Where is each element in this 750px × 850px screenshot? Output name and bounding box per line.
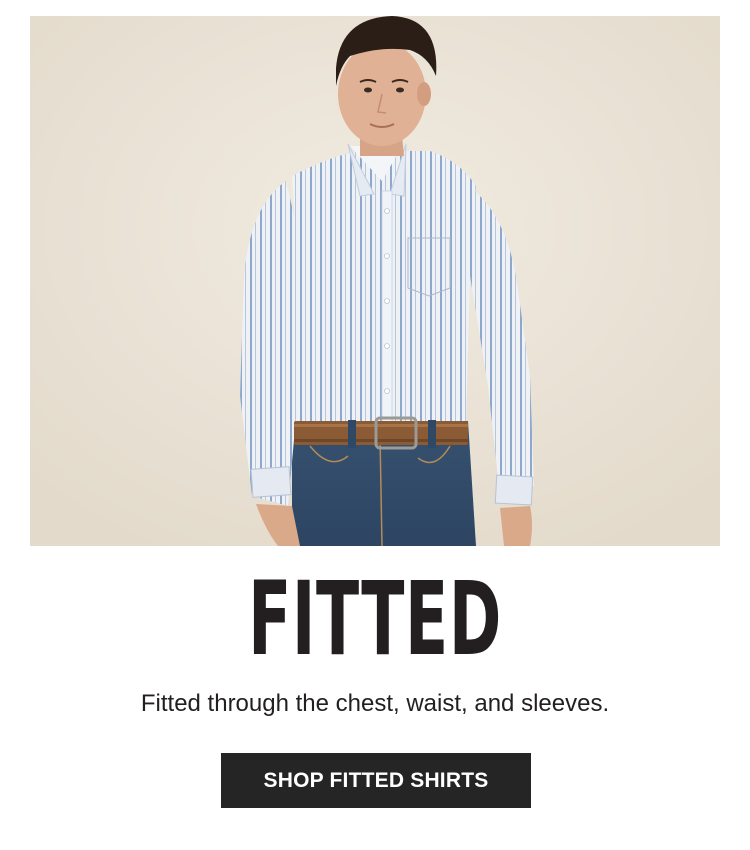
hero-image: [30, 16, 720, 546]
shop-fitted-shirts-button[interactable]: SHOP FITTED SHIRTS: [221, 753, 531, 808]
subtitle: Fitted through the chest, waist, and sle…: [140, 690, 610, 717]
model-photo: [30, 16, 720, 546]
page-title: FITTED: [248, 560, 502, 679]
